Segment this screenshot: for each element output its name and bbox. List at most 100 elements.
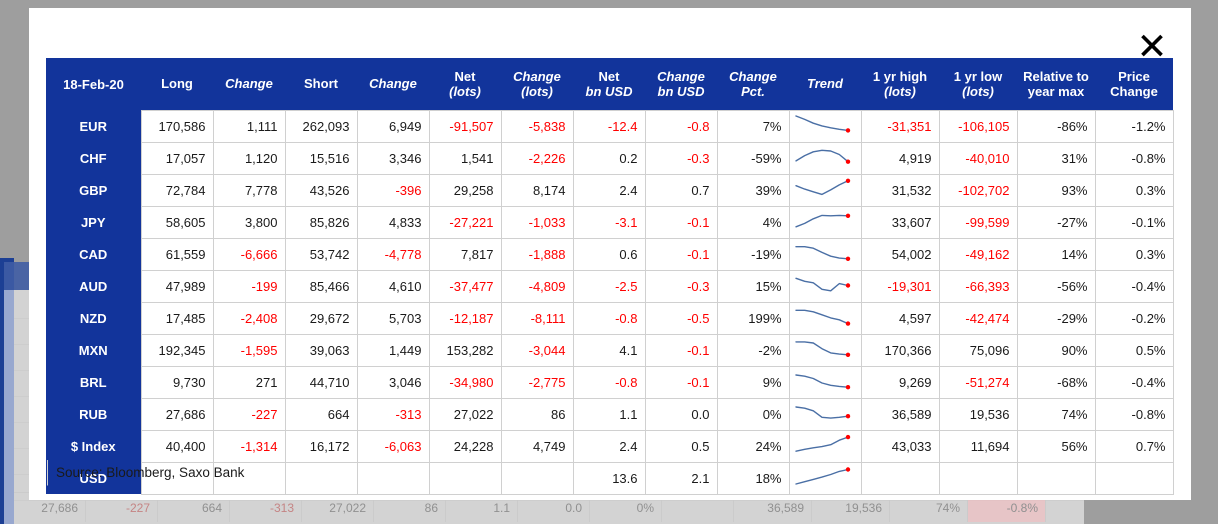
column-header-main: Change (729, 68, 777, 84)
sparkline-trend-chart (788, 109, 862, 143)
row-label-rub: RUB (46, 398, 141, 430)
cell-rel-year-max: 14% (1016, 237, 1096, 271)
cell-long: 47,989 (140, 269, 214, 303)
cell-yr_low: 19,536 (938, 397, 1018, 431)
cell-rel-year-max: 93% (1016, 173, 1096, 207)
cell-change_short: 4,833 (356, 205, 430, 239)
cell-yr_low: 75,096 (938, 333, 1018, 367)
cell-yr_low: -102,702 (938, 173, 1018, 207)
cell-price-change: 0.3% (1094, 173, 1174, 207)
cell-yr_high: 36,589 (860, 397, 940, 431)
table-row: RUB 27,686 -227 664 -313 27,022 86 1.1 0.0 0% 36,5… (46, 397, 1174, 431)
cell-change_pct: -2% (716, 333, 790, 367)
cell-rel-year-max: -27% (1016, 205, 1096, 239)
cell-net_lots: 153,282 (428, 333, 502, 367)
column-header-sub: (lots) (521, 83, 553, 99)
cell-change_pct: 24% (716, 429, 790, 463)
cell-net_bn_usd: 0.6 (572, 237, 646, 271)
column-header-main: Change (513, 68, 561, 84)
cell-net_bn_usd: 4.1 (572, 333, 646, 367)
cell-change_short: -4,778 (356, 237, 430, 271)
cell-change_bn_usd: -0.3 (644, 269, 718, 303)
cell-yr_high: 31,532 (860, 173, 940, 207)
cell-change_bn_usd: -0.1 (644, 205, 718, 239)
cell-yr_low: -106,105 (938, 109, 1018, 143)
cell-change_short: -396 (356, 173, 430, 207)
cell-change_short: -6,063 (356, 429, 430, 463)
cell-change_pct: 9% (716, 365, 790, 399)
cell-short: 664 (284, 397, 358, 431)
cell-net_lots: -27,221 (428, 205, 502, 239)
cell-net_bn_usd: 0.2 (572, 141, 646, 175)
cell-net_bn_usd: -3.1 (572, 205, 646, 239)
sparkline-trend-chart (788, 205, 862, 239)
table-row: MXN 192,345 -1,595 39,063 1,449 153,282 -3,044… (46, 333, 1174, 367)
cell-long: 17,485 (140, 301, 214, 335)
column-header-long: Long (141, 58, 213, 110)
image-lightbox-modal: ✕ 18-Feb-20 Long Change Short Change Net (lots… (29, 8, 1191, 500)
cell-price-change: -1.2% (1094, 109, 1174, 143)
cell-rel-year-max: 74% (1016, 397, 1096, 431)
cell-change_bn_usd: 0.7 (644, 173, 718, 207)
column-header-sub: Pct. (741, 83, 765, 99)
cell-rel-year-max: 31% (1016, 141, 1096, 175)
column-header-sub: bn USD (657, 83, 705, 99)
cell-change_long: 7,778 (212, 173, 286, 207)
table-row: BRL 9,730 271 44,710 3,046 -34,980 -2,775 -0.8-… (46, 365, 1174, 399)
cell-change_long: -1,314 (212, 429, 286, 463)
table-row: GBP 72,784 7,778 43,526 -396 29,258 8,174 2.4 0.… (46, 173, 1174, 207)
cell-short: 85,826 (284, 205, 358, 239)
cell-change_pct: 15% (716, 269, 790, 303)
cell-yr_high: 4,919 (860, 141, 940, 175)
cell-yr_low: -99,599 (938, 205, 1018, 239)
cell-change_long: -1,595 (212, 333, 286, 367)
cell-change_long: 271 (212, 365, 286, 399)
row-label-aud: AUD (46, 270, 141, 302)
cell-short: 39,063 (284, 333, 358, 367)
cell-long: 40,400 (140, 429, 214, 463)
cell-price-change: 0.3% (1094, 237, 1174, 271)
column-header-change_lots: Change (lots) (501, 58, 573, 110)
row-label-chf: CHF (46, 142, 141, 174)
cell-yr_high: -31,351 (860, 109, 940, 143)
cell-net_lots: -37,477 (428, 269, 502, 303)
column-header-net_lots: Net (lots) (429, 58, 501, 110)
cell-change_long: -199 (212, 269, 286, 303)
cell-net_bn_usd: 2.4 (572, 429, 646, 463)
cell-change_pct: 4% (716, 205, 790, 239)
column-header-short: Short (285, 58, 357, 110)
cell-change_lots: -4,809 (500, 269, 574, 303)
cell-short: 29,672 (284, 301, 358, 335)
column-header-main: Change (657, 68, 705, 84)
cell-long: 170,586 (140, 109, 214, 143)
cell-long: 72,784 (140, 173, 214, 207)
row-label-gbp: GBP (46, 174, 141, 206)
sparkline-trend-chart (788, 365, 862, 399)
cell-yr_low: -49,162 (938, 237, 1018, 271)
table-row: CAD 61,559 -6,666 53,742 -4,778 7,817 -1,888 0.… (46, 237, 1174, 271)
cell-change_short: 5,703 (356, 301, 430, 335)
row-label-cad: CAD (46, 238, 141, 270)
cell-yr_low: -51,274 (938, 365, 1018, 399)
cell-yr_high: -19,301 (860, 269, 940, 303)
cell-net_lots: 1,541 (428, 141, 502, 175)
table-header-row: 18-Feb-20 Long Change Short Change Net (lots) C… (46, 58, 1173, 110)
cell-rel-year-max: 56% (1016, 429, 1096, 463)
cell-change_short: 3,346 (356, 141, 430, 175)
sparkline-trend-chart (788, 237, 862, 271)
cell-change_lots: -3,044 (500, 333, 574, 367)
column-header-net_bn_usd: Net bn USD (573, 58, 645, 110)
cell-yr_low: -40,010 (938, 141, 1018, 175)
cell-net_bn_usd: 1.1 (572, 397, 646, 431)
cell-net_bn_usd: -12.4 (572, 109, 646, 143)
cell-yr_low: -66,393 (938, 269, 1018, 303)
fx-positioning-table: 18-Feb-20 Long Change Short Change Net (lots) C… (46, 58, 1174, 495)
cell-net_bn_usd: -2.5 (572, 269, 646, 303)
cell-change_long: 1,111 (212, 109, 286, 143)
row-label-brl: BRL (46, 366, 141, 398)
cell-change_short: 6,949 (356, 109, 430, 143)
sparkline-trend-chart (788, 429, 862, 463)
cell-net_lots: 29,258 (428, 173, 502, 207)
cell-short: 43,526 (284, 173, 358, 207)
cell-change_pct: 0% (716, 397, 790, 431)
